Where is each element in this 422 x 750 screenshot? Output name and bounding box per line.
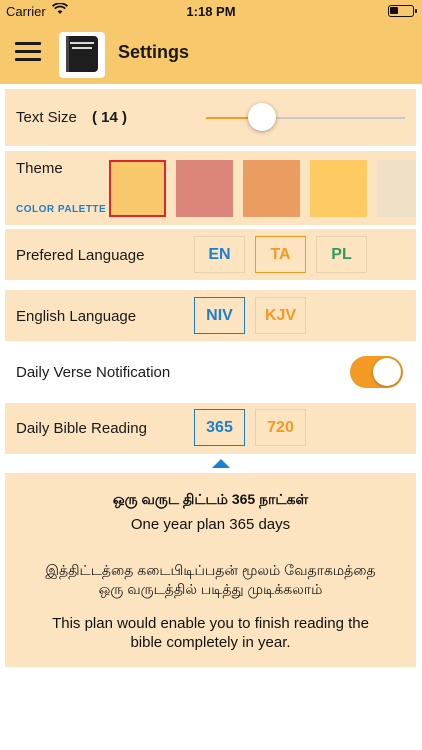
nav-bar: Settings: [0, 22, 422, 84]
plan-desc-english-2: bible completely in year.: [130, 634, 291, 651]
version-kjv-button[interactable]: KJV: [255, 297, 306, 334]
language-pl-button[interactable]: PL: [316, 236, 367, 273]
english-language-label: English Language: [16, 308, 137, 325]
reading-plan-720-button[interactable]: 720: [255, 409, 306, 446]
plan-title-english: One year plan 365 days: [130, 516, 291, 533]
daily-verse-label: Daily Verse Notification: [16, 364, 171, 381]
text-size-value: ( 14 ): [92, 109, 128, 126]
theme-swatch-4[interactable]: [310, 160, 367, 217]
text-size-label: Text Size: [16, 109, 77, 126]
book-icon: [66, 36, 98, 72]
theme-swatch-3[interactable]: [243, 160, 300, 217]
version-niv-button[interactable]: NIV: [194, 297, 245, 334]
reading-plan-365-button[interactable]: 365: [194, 409, 245, 446]
status-time: 1:18 PM: [186, 4, 236, 19]
plan-info-panel: ஒரு வருட திட்டம் 365 நாட்கள் One year pl…: [5, 473, 416, 667]
selection-pointer-icon: [212, 459, 230, 468]
plan-desc-tamil-2: ஒரு வருடத்தில் படித்து முடிக்கலாம்: [98, 581, 323, 597]
toggle-knob: [373, 358, 401, 386]
daily-reading-label: Daily Bible Reading: [16, 420, 147, 437]
battery-icon: [388, 5, 417, 17]
page-title: Settings: [118, 42, 190, 62]
language-ta-button[interactable]: TA: [255, 236, 306, 273]
app-logo: [59, 32, 105, 78]
plan-title-tamil: ஒரு வருட திட்டம் 365 நாட்கள்: [112, 491, 309, 507]
language-en-button[interactable]: EN: [194, 236, 245, 273]
status-bar: Carrier 1:18 PM: [0, 0, 422, 22]
plan-desc-english-1: This plan would enable you to finish rea…: [52, 615, 369, 632]
plan-desc-tamil-1: இத்திட்டத்தை கடைபிடிப்பதன் மூலம் வேதாகமத…: [45, 562, 376, 578]
preferred-language-label: Prefered Language: [16, 247, 145, 264]
text-size-slider-thumb[interactable]: [247, 103, 276, 131]
daily-verse-toggle[interactable]: [350, 356, 403, 388]
hamburger-menu-icon[interactable]: [15, 41, 41, 63]
theme-label: Theme: [16, 160, 63, 177]
color-palette-label[interactable]: COLOR PALETTE: [16, 204, 106, 215]
theme-swatch-2[interactable]: [176, 160, 233, 217]
theme-swatch-5[interactable]: [377, 160, 416, 217]
theme-swatch-1[interactable]: [109, 160, 166, 217]
